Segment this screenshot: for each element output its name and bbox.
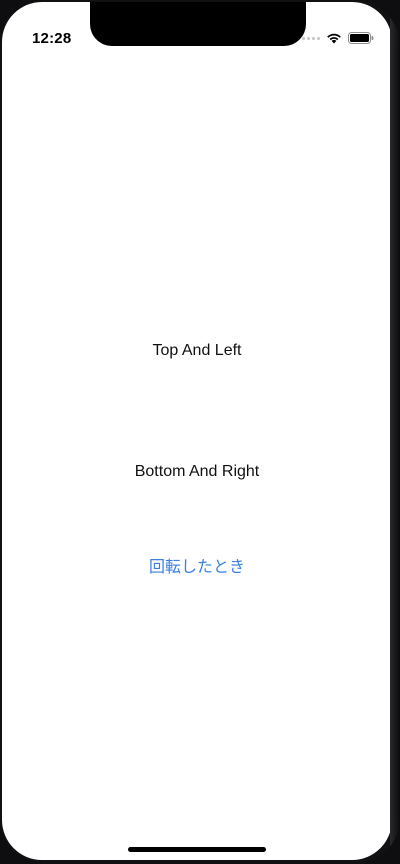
top-and-left-label: Top And Left	[152, 342, 242, 359]
home-indicator[interactable]	[128, 847, 266, 852]
status-icons	[302, 30, 374, 46]
rotate-button[interactable]: 回転したとき	[2, 552, 392, 578]
wifi-icon	[326, 32, 342, 44]
battery-icon	[348, 32, 374, 44]
app-screen: 12:28 Top And Left Bottom And Right 回転した…	[2, 2, 392, 860]
device-frame: 12:28 Top And Left Bottom And Right 回転した…	[0, 0, 400, 864]
cellular-signal-icon	[302, 36, 320, 40]
bottom-and-right-label: Bottom And Right	[134, 463, 260, 480]
notch	[90, 2, 306, 46]
status-time: 12:28	[32, 30, 72, 47]
